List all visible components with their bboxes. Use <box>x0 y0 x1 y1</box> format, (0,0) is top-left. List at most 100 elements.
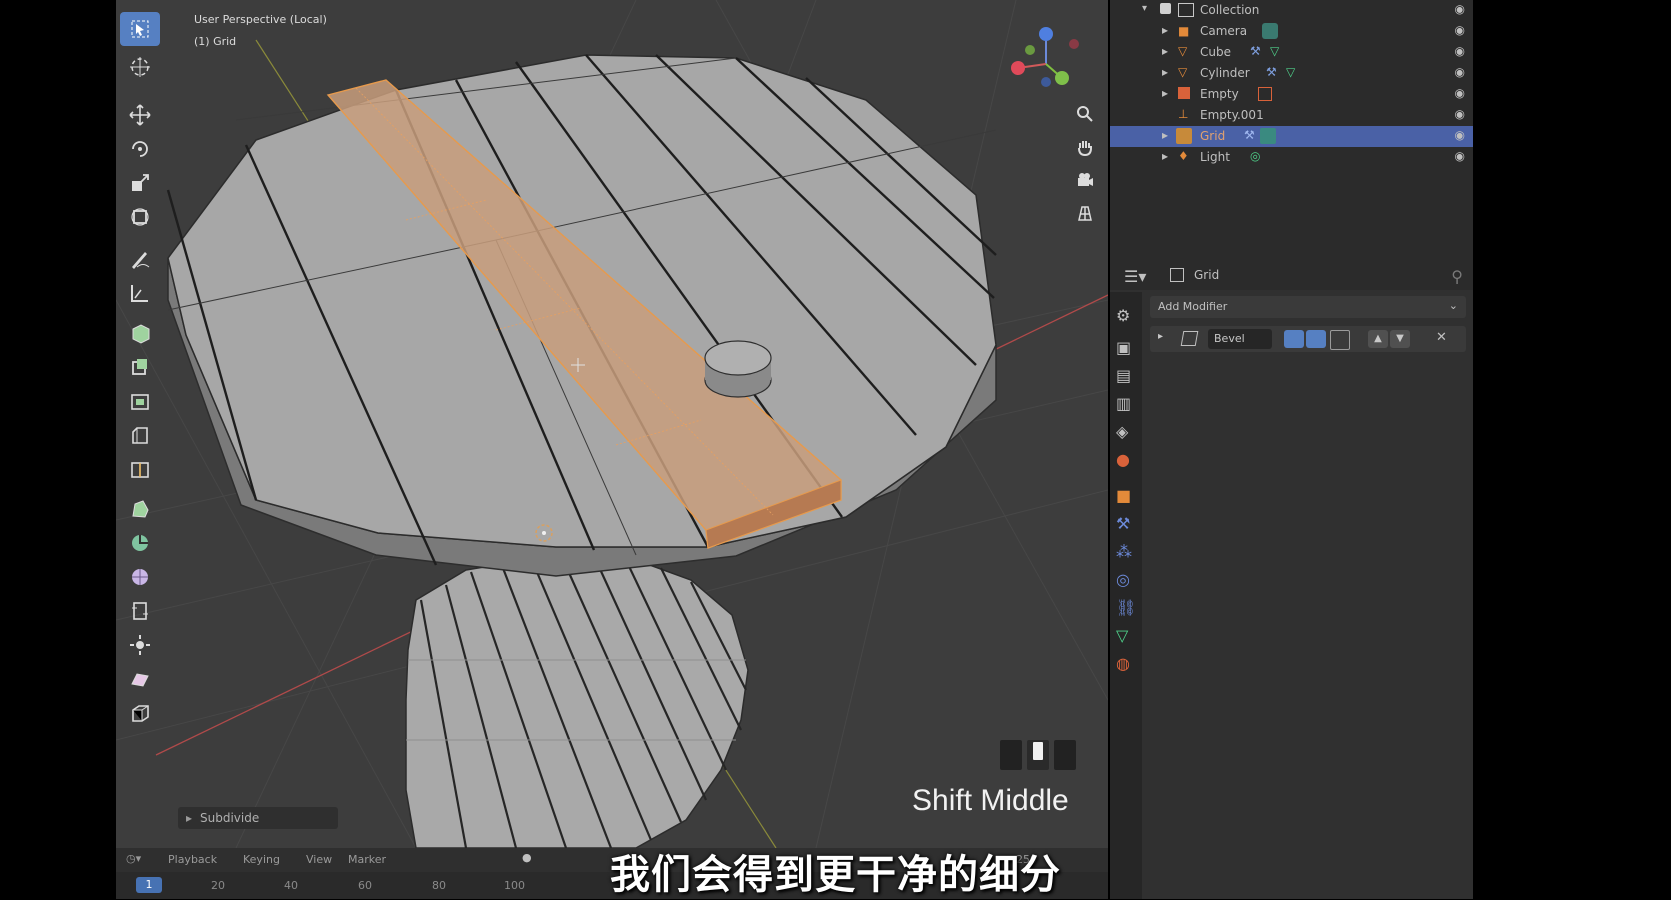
tool-tab-icon[interactable]: ⚙ <box>1116 306 1136 326</box>
editor-type-icon[interactable]: ☰▾ <box>1124 267 1146 286</box>
edge-slide-tool-icon[interactable] <box>120 594 160 628</box>
scene-tab-icon[interactable]: ◈ <box>1116 422 1136 442</box>
loop-cut-tool-icon[interactable] <box>120 452 160 486</box>
mesh-scene[interactable] <box>116 0 1108 848</box>
outliner-row-cylinder[interactable]: ▸ ▽ Cylinder ⚒ ▽ ◉ <box>1110 63 1473 84</box>
outliner-label: Cylinder <box>1200 66 1250 80</box>
mouse-middle-icon <box>1000 740 1076 770</box>
outliner: ▾ Collection ◉ ▸ ■ Camera ◉ ▸ ▽ Cube ⚒ ▽… <box>1110 0 1473 262</box>
outliner-row-collection[interactable]: ▾ Collection ◉ <box>1110 0 1473 21</box>
eye-icon[interactable]: ◉ <box>1455 65 1465 79</box>
collapse-arrow-icon[interactable]: ▾ <box>1142 3 1147 14</box>
eye-icon[interactable]: ◉ <box>1455 86 1465 100</box>
expand-arrow-icon[interactable]: ▸ <box>1162 65 1168 79</box>
zoom-icon[interactable] <box>1071 100 1099 128</box>
outliner-row-grid[interactable]: ▸ Grid ⚒ ◉ <box>1110 126 1473 147</box>
eye-icon[interactable]: ◉ <box>1455 107 1465 121</box>
constraints-tab-icon[interactable]: ⛓ <box>1116 598 1136 618</box>
properties-editor: ☰▾ Grid ⚲ Add Modifier ⌄ ▸ Bevel ▲ ▼ ✕ <box>1110 262 1473 899</box>
eye-icon[interactable]: ◉ <box>1455 23 1465 37</box>
collection-icon <box>1178 3 1194 17</box>
move-up-icon[interactable]: ▲ <box>1368 330 1388 348</box>
inset-faces-tool-icon[interactable] <box>120 384 160 418</box>
expand-arrow-icon[interactable]: ▸ <box>1162 44 1168 58</box>
expand-arrow-icon[interactable]: ▸ <box>1162 23 1168 37</box>
outliner-row-cube[interactable]: ▸ ▽ Cube ⚒ ▽ ◉ <box>1110 42 1473 63</box>
outliner-label: Light <box>1200 150 1230 164</box>
outliner-label: Empty.001 <box>1200 108 1264 122</box>
empty-icon <box>1178 87 1190 99</box>
material-tab-icon[interactable]: ◍ <box>1116 654 1136 674</box>
poly-build-tool-icon[interactable] <box>120 492 160 526</box>
rotate-tool-icon[interactable] <box>120 132 160 166</box>
viewport-display-icon[interactable] <box>1306 330 1326 348</box>
bevel-modifier-icon <box>1180 331 1199 346</box>
eye-icon[interactable]: ◉ <box>1455 44 1465 58</box>
checkbox-icon[interactable] <box>1160 3 1171 14</box>
camera-view-icon[interactable] <box>1071 166 1099 194</box>
mesh-data-tab-icon[interactable]: ▽ <box>1116 626 1136 646</box>
expand-arrow-icon[interactable]: ▸ <box>1162 128 1168 142</box>
outliner-label: Collection <box>1200 3 1260 17</box>
modifier-name-field[interactable]: Bevel <box>1208 329 1272 349</box>
cursor-tool-icon[interactable] <box>120 50 160 84</box>
3d-viewport[interactable]: User Perspective (Local) (1) Grid ▸ Subd… <box>116 0 1108 848</box>
outliner-row-light[interactable]: ▸ ♦ Light ◎ ◉ <box>1110 147 1473 168</box>
particles-tab-icon[interactable]: ⁂ <box>1116 542 1136 562</box>
shear-tool-icon[interactable] <box>120 662 160 696</box>
mesh-icon: ▽ <box>1178 44 1188 58</box>
transform-tool-icon[interactable] <box>120 200 160 234</box>
expand-arrow-icon[interactable]: ▸ <box>1162 86 1168 100</box>
physics-tab-icon[interactable]: ◎ <box>1116 570 1136 590</box>
pan-hand-icon[interactable] <box>1071 133 1099 161</box>
outliner-row-camera[interactable]: ▸ ■ Camera ◉ <box>1110 21 1473 42</box>
render-tab-icon[interactable]: ▣ <box>1116 338 1136 358</box>
extrude-region-tool-icon[interactable] <box>120 350 160 384</box>
modifier-panel-bevel[interactable]: ▸ Bevel ▲ ▼ ✕ <box>1150 326 1466 352</box>
pin-icon[interactable]: ⚲ <box>1451 267 1463 286</box>
small-cylinder-mesh <box>704 340 772 398</box>
bevel-tool-icon[interactable] <box>120 418 160 452</box>
eye-icon[interactable]: ◉ <box>1455 128 1465 142</box>
modifier-tab-wrench-icon[interactable]: ⚒ <box>1116 514 1136 534</box>
editmode-toggle-icon[interactable] <box>1284 330 1304 348</box>
shrink-fatten-tool-icon[interactable] <box>120 628 160 662</box>
add-cube-tool-icon[interactable] <box>120 316 160 350</box>
move-down-icon[interactable]: ▼ <box>1390 330 1410 348</box>
empty-axes-icon: ⊥ <box>1178 107 1189 121</box>
rip-region-tool-icon[interactable] <box>120 696 160 730</box>
render-toggle-icon[interactable] <box>1330 330 1350 350</box>
outliner-row-empty-001[interactable]: ⊥ Empty.001 ◉ <box>1110 105 1473 126</box>
navigation-gizmo[interactable] <box>1006 20 1086 90</box>
expand-arrow-icon[interactable]: ▸ <box>1158 331 1163 342</box>
eye-icon[interactable]: ◉ <box>1455 149 1465 163</box>
lower-disc-mesh <box>405 554 749 848</box>
outliner-label: Camera <box>1200 24 1248 38</box>
add-modifier-dropdown[interactable]: Add Modifier ⌄ <box>1150 296 1466 318</box>
video-subtitle: 我们会得到更干净的细分 <box>610 852 1061 898</box>
active-object-label: (1) Grid <box>194 35 237 48</box>
outliner-row-empty[interactable]: ▸ Empty ◉ <box>1110 84 1473 105</box>
outliner-label: Grid <box>1200 129 1226 143</box>
expand-arrow-icon[interactable]: ▸ <box>1162 149 1168 163</box>
close-icon[interactable]: ✕ <box>1436 330 1447 345</box>
spin-tool-icon[interactable] <box>120 526 160 560</box>
annotate-tool-icon[interactable] <box>120 242 160 276</box>
object-tab-icon[interactable]: ■ <box>1116 486 1136 506</box>
view-name: User Perspective (Local) <box>194 13 327 26</box>
world-tab-icon[interactable]: ● <box>1116 450 1136 470</box>
perspective-toggle-icon[interactable] <box>1071 199 1099 227</box>
last-operation-panel[interactable]: ▸ Subdivide <box>178 807 338 829</box>
image-data-icon <box>1258 87 1272 101</box>
select-box-tool-icon[interactable] <box>120 12 160 46</box>
measure-tool-icon[interactable] <box>120 276 160 310</box>
smooth-tool-icon[interactable] <box>120 560 160 594</box>
move-tool-icon[interactable] <box>120 98 160 132</box>
key-hint-text: Shift Middle <box>912 784 1069 817</box>
eye-icon[interactable]: ◉ <box>1455 2 1465 16</box>
output-tab-icon[interactable]: ▤ <box>1116 366 1136 386</box>
scale-tool-icon[interactable] <box>120 166 160 200</box>
wrench-icon: ⚒ <box>1266 65 1277 79</box>
mesh-icon: ▽ <box>1178 65 1188 79</box>
view-layer-tab-icon[interactable]: ▥ <box>1116 394 1136 414</box>
